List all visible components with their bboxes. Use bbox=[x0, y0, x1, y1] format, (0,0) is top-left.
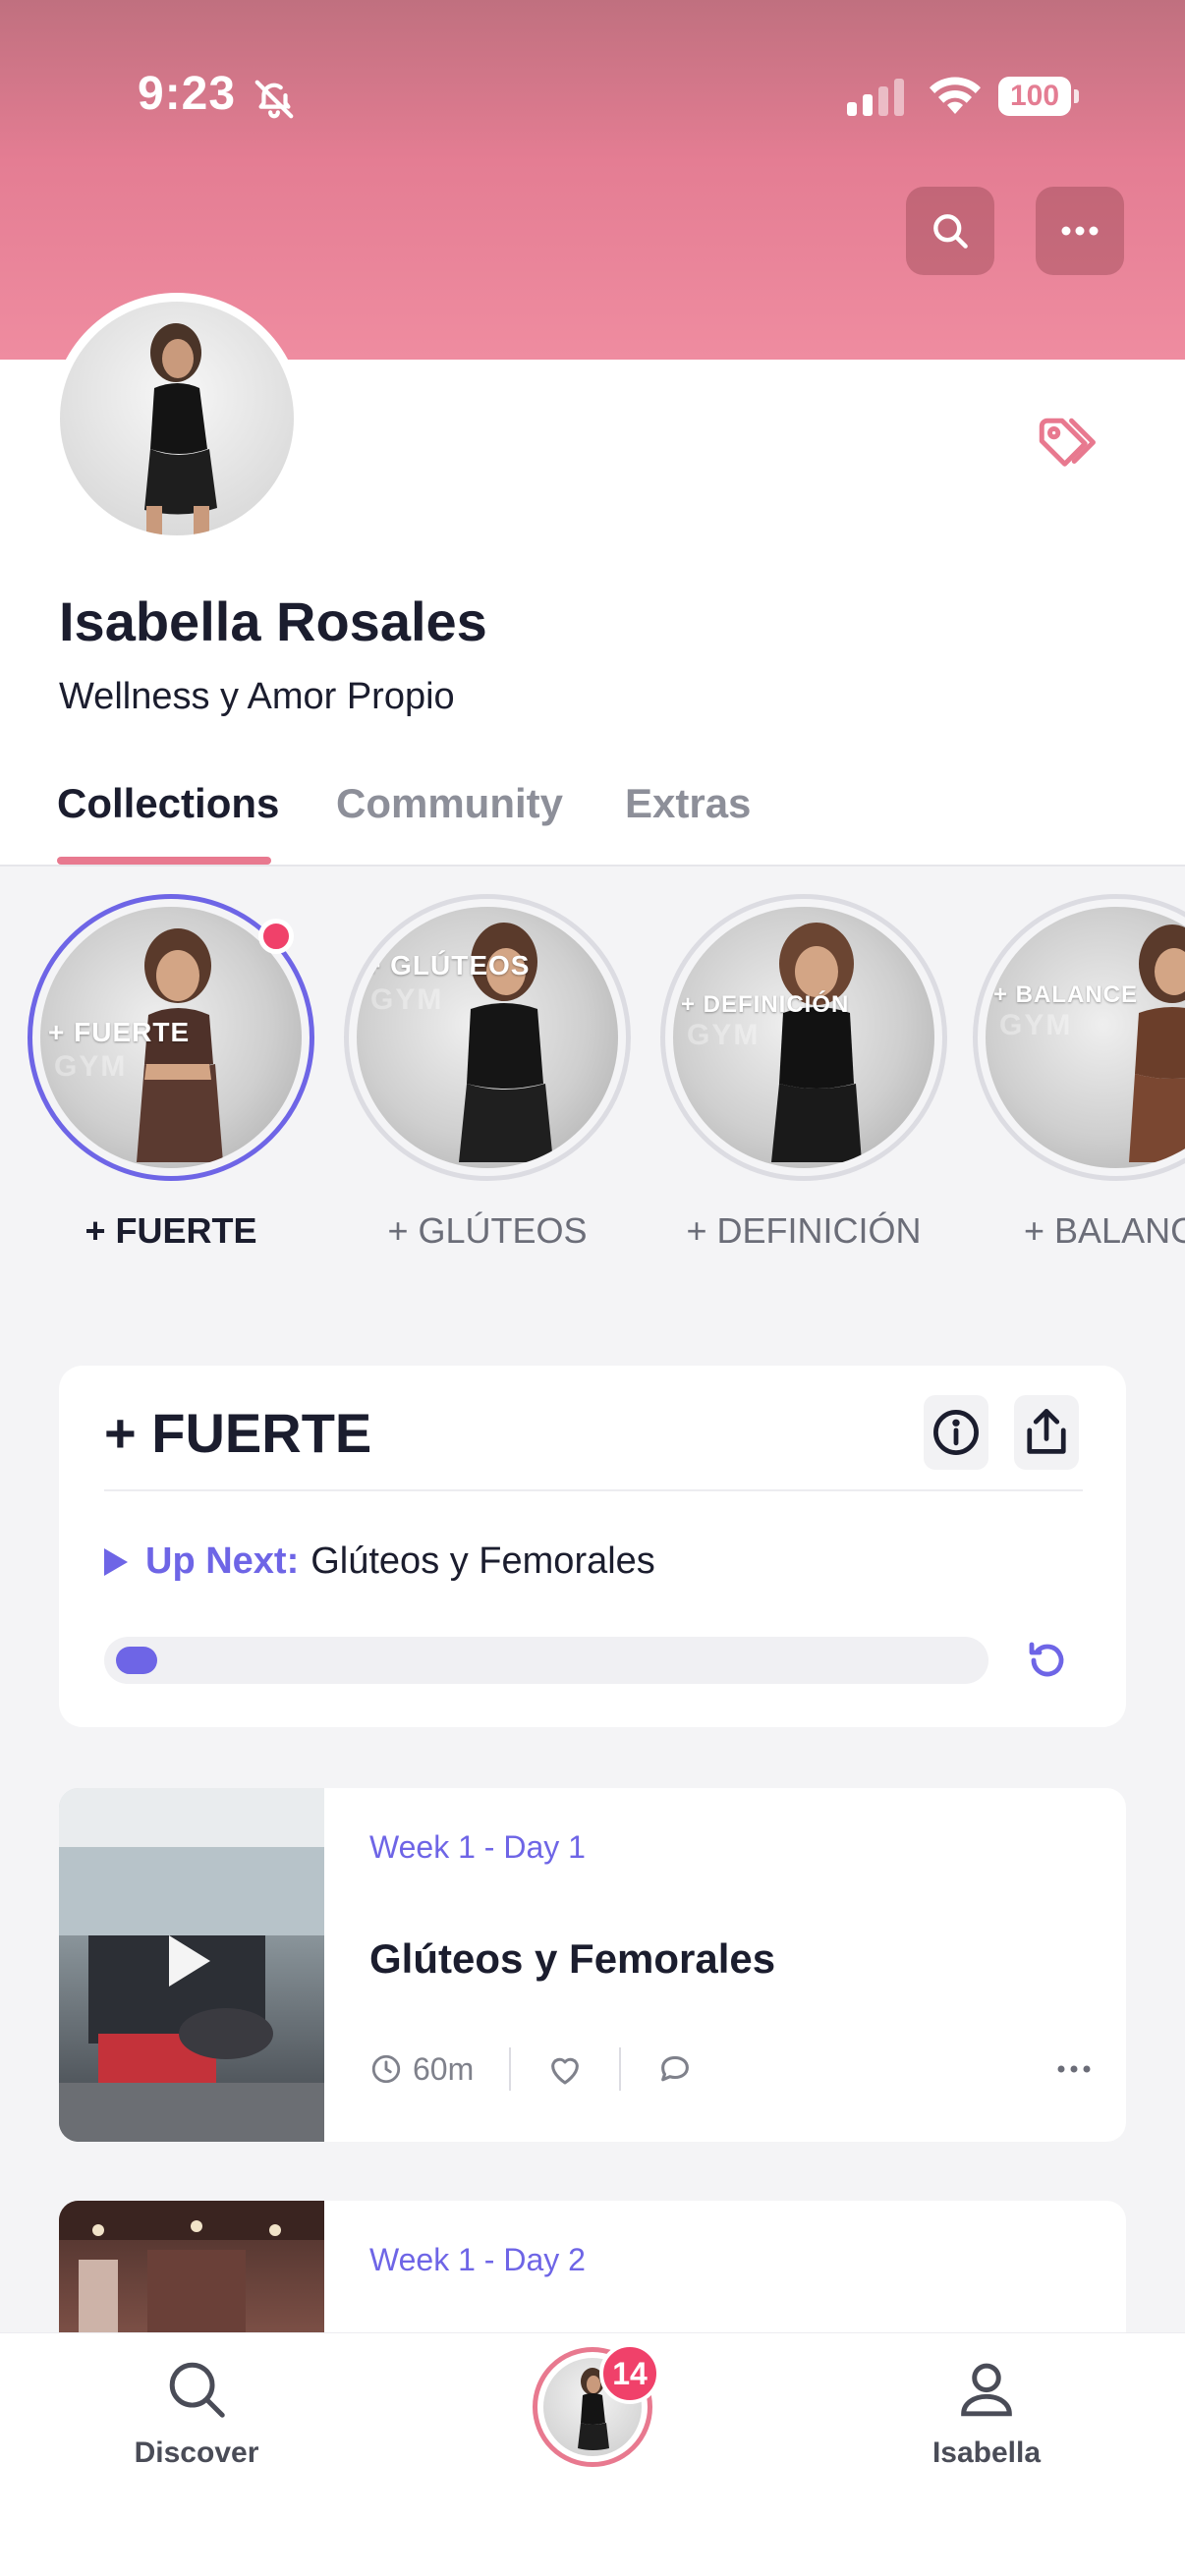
story-item-gluteos[interactable]: + GLÚTEOS GYM + GLÚTEOS bbox=[340, 894, 635, 1252]
story-label: + DEFINICIÓN bbox=[686, 1210, 922, 1251]
story-ring: + BALANCE GYM bbox=[973, 894, 1185, 1181]
story-label: + FUERTE bbox=[85, 1210, 257, 1251]
status-time: 9:23 bbox=[138, 68, 237, 120]
collection-card: + FUERTE Up Next: Glúteos y Femorales bbox=[59, 1366, 1126, 1727]
story-photo: + BALANCE GYM bbox=[986, 907, 1185, 1168]
profile-name: Isabella Rosales bbox=[59, 590, 487, 652]
story-item-definicion[interactable]: + DEFINICIÓN GYM + DEFINICIÓN bbox=[656, 894, 951, 1252]
up-next-label: Up Next: bbox=[145, 1540, 300, 1582]
up-next-row[interactable]: Up Next: Glúteos y Femorales bbox=[104, 1540, 655, 1583]
search-icon bbox=[933, 214, 968, 249]
profile-subtitle: Wellness y Amor Propio bbox=[59, 676, 455, 717]
collection-title: + FUERTE bbox=[104, 1402, 372, 1464]
tab-extras[interactable]: Extras bbox=[625, 780, 751, 827]
story-overlay-gym: GYM bbox=[370, 983, 444, 1016]
story-overlay-gym: GYM bbox=[999, 1009, 1073, 1041]
search-icon bbox=[169, 2362, 225, 2418]
info-icon bbox=[933, 1410, 979, 1455]
reset-progress-icon[interactable] bbox=[1024, 1637, 1071, 1684]
story-overlay-title: + DEFINICIÓN bbox=[681, 991, 850, 1018]
workout-more-icon[interactable] bbox=[1057, 2065, 1091, 2073]
workout-week-day: Week 1 - Day 2 bbox=[369, 2242, 586, 2277]
notification-badge: 14 bbox=[599, 2343, 660, 2404]
heart-icon[interactable] bbox=[546, 2052, 584, 2086]
new-content-dot bbox=[258, 919, 294, 954]
bell-muted-icon bbox=[254, 80, 294, 119]
share-icon bbox=[1027, 1409, 1066, 1454]
workout-title: Glúteos y Femorales bbox=[369, 1935, 776, 1982]
search-button[interactable] bbox=[906, 187, 994, 275]
story-photo: + GLÚTEOS GYM bbox=[357, 907, 618, 1168]
profile-avatar[interactable] bbox=[51, 293, 303, 544]
story-overlay-title: + FUERTE bbox=[48, 1017, 191, 1047]
clock-icon bbox=[371, 2054, 401, 2084]
story-photo: + DEFINICIÓN GYM bbox=[673, 907, 934, 1168]
nav-profile[interactable]: Isabella bbox=[888, 2355, 1085, 2470]
workout-duration: 60m bbox=[413, 2050, 475, 2087]
cellular-signal-icon bbox=[847, 79, 904, 116]
story-overlay-title: + BALANCE bbox=[993, 981, 1139, 1008]
divider bbox=[104, 1489, 1083, 1491]
nav-discover-label: Discover bbox=[134, 2436, 259, 2469]
battery-indicator: 100 bbox=[998, 77, 1079, 116]
workout-card[interactable]: Week 1 - Day 1 Glúteos y Femorales 60m bbox=[59, 1788, 1126, 2142]
profile-tabs: Collections Community Extras bbox=[0, 766, 1185, 867]
story-item-fuerte[interactable]: + FUERTE GYM + FUERTE bbox=[24, 894, 318, 1252]
up-next-title: Glúteos y Femorales bbox=[310, 1540, 655, 1582]
progress-fill bbox=[116, 1647, 157, 1674]
story-label: + GLÚTEOS bbox=[387, 1210, 588, 1251]
story-overlay-gym: GYM bbox=[54, 1050, 128, 1083]
video-play-icon bbox=[169, 1935, 210, 1987]
story-overlay-title: + GLÚTEOS bbox=[365, 950, 531, 980]
nav-discover[interactable]: Discover bbox=[98, 2355, 295, 2470]
battery-level: 100 bbox=[998, 77, 1071, 116]
more-options-button[interactable] bbox=[1036, 187, 1124, 275]
ellipsis-icon bbox=[1061, 226, 1099, 236]
collection-progress-bar bbox=[104, 1637, 988, 1684]
workout-meta: 60m bbox=[369, 2047, 694, 2091]
wifi-icon bbox=[930, 77, 981, 114]
comment-icon[interactable] bbox=[656, 2052, 694, 2086]
story-item-balance[interactable]: + BALANCE GYM + BALANCE bbox=[973, 894, 1185, 1252]
workout-thumbnail[interactable] bbox=[59, 1788, 324, 2142]
active-tab-indicator bbox=[57, 857, 271, 865]
story-label: + BALANCE bbox=[1024, 1210, 1185, 1251]
user-icon bbox=[961, 2363, 1012, 2417]
nav-profile-label: Isabella bbox=[931, 2436, 1042, 2469]
tag-icon[interactable] bbox=[1034, 413, 1099, 477]
story-overlay-gym: GYM bbox=[687, 1019, 761, 1051]
collection-stories: + FUERTE GYM + FUERTE + GLÚTEOS GYM + GL… bbox=[0, 894, 1185, 1287]
story-ring: + FUERTE GYM bbox=[28, 894, 314, 1181]
collection-share-button[interactable] bbox=[1014, 1395, 1079, 1470]
workout-week-day: Week 1 - Day 1 bbox=[369, 1829, 586, 1865]
tab-collections[interactable]: Collections bbox=[57, 780, 279, 827]
play-icon bbox=[104, 1547, 128, 1576]
story-ring: + DEFINICIÓN GYM bbox=[660, 894, 947, 1181]
status-bar: 9:23 100 bbox=[0, 0, 1185, 187]
avatar-photo bbox=[60, 302, 294, 535]
collection-info-button[interactable] bbox=[924, 1395, 988, 1470]
bottom-navigation: Discover 14 Isabella bbox=[0, 2332, 1185, 2576]
story-ring: + GLÚTEOS GYM bbox=[344, 894, 631, 1181]
person-silhouette-icon bbox=[144, 323, 217, 535]
tab-community[interactable]: Community bbox=[336, 780, 563, 827]
